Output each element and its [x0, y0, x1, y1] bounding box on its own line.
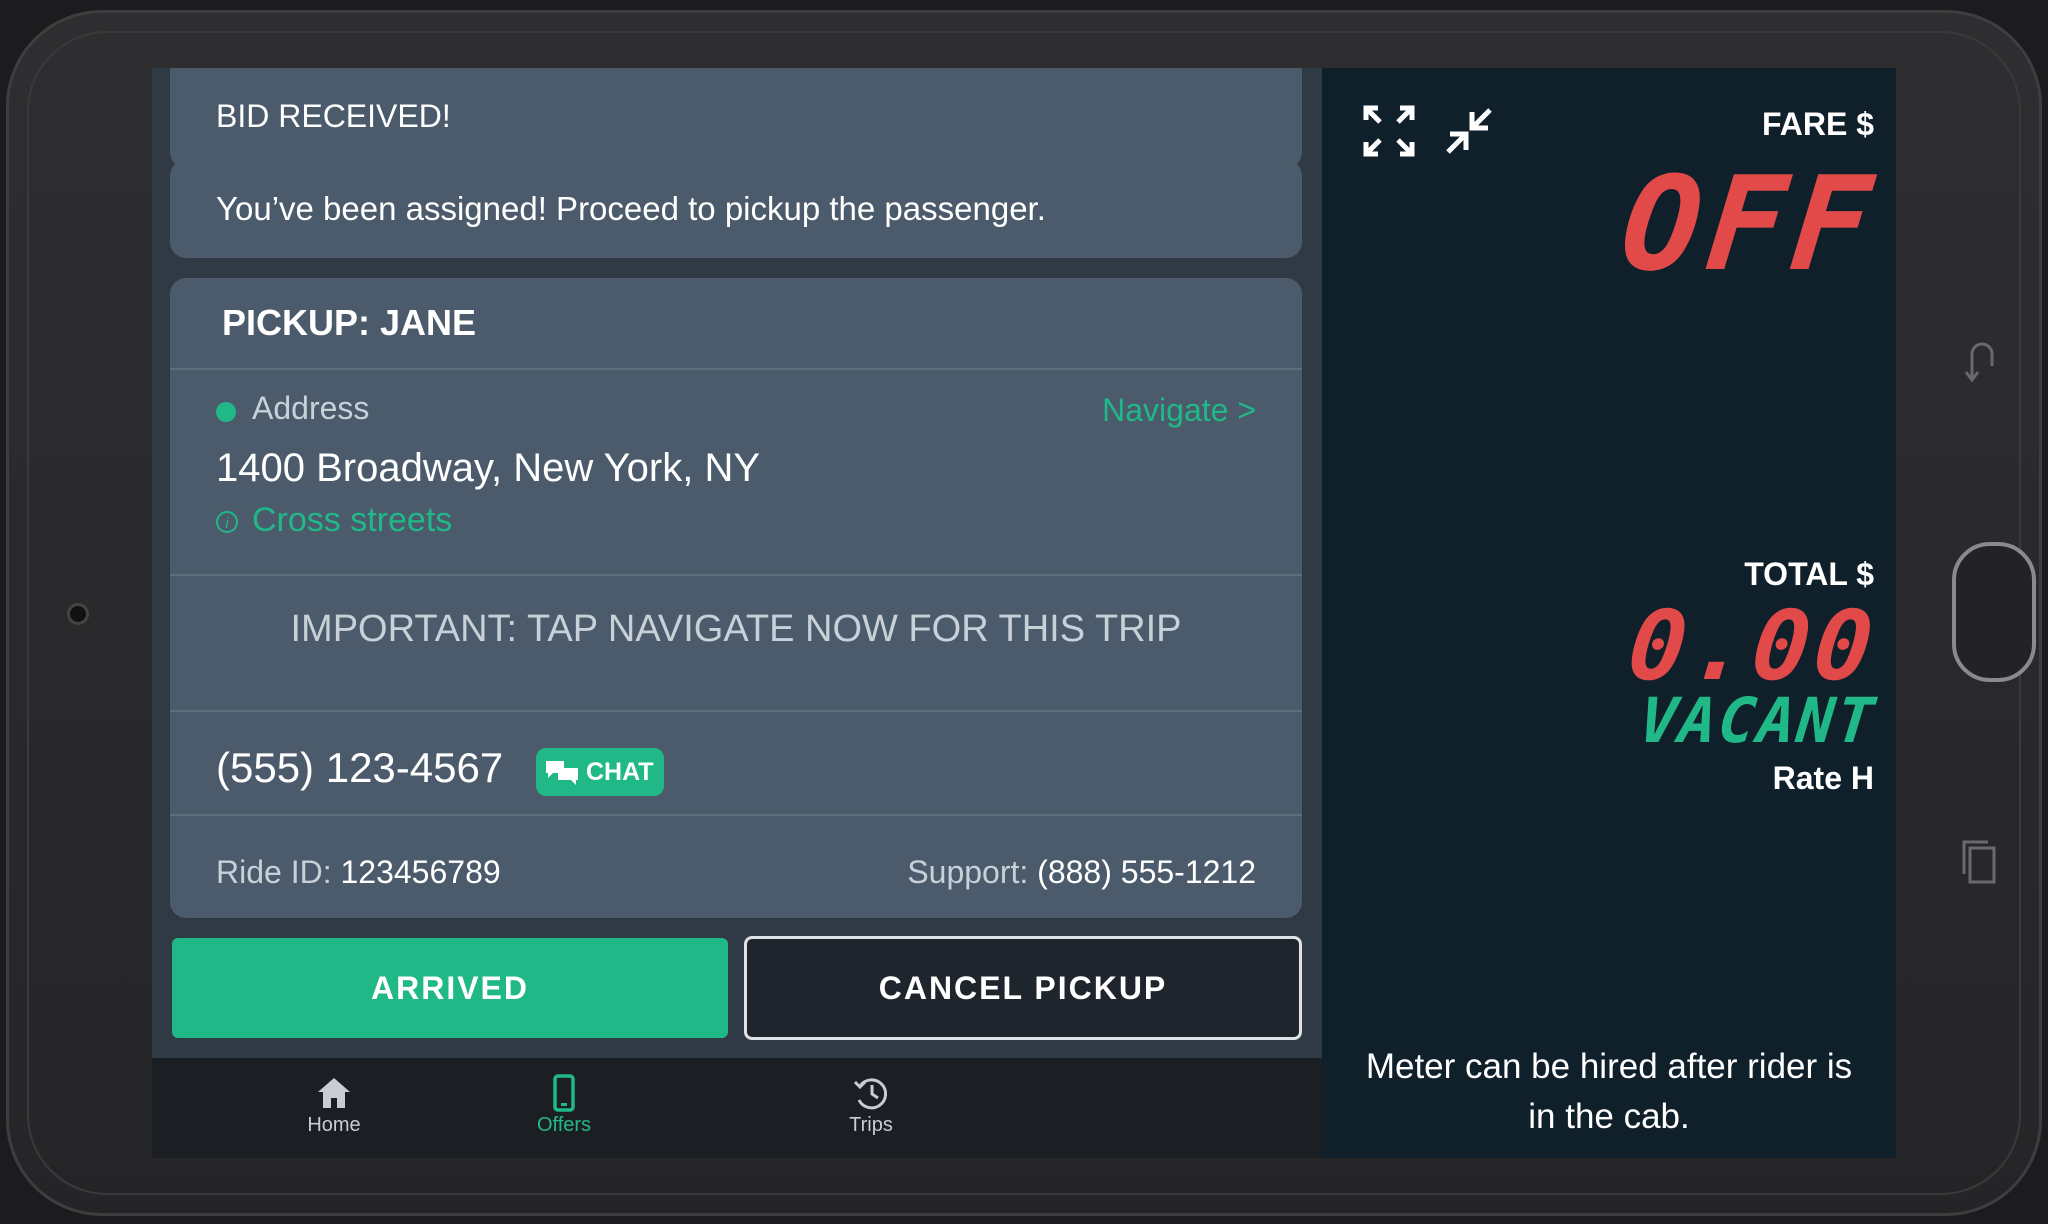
- bottom-nav: Home Offers Trips: [152, 1058, 1322, 1158]
- nav-item-trips[interactable]: Trips: [801, 1074, 941, 1137]
- ride-id: Ride ID: 123456789: [216, 854, 501, 891]
- device-home-button[interactable]: [1952, 542, 2036, 682]
- expand-icon[interactable]: [1362, 104, 1416, 158]
- fare-label: FARE $: [1761, 106, 1874, 142]
- rate-label: Rate H: [1772, 760, 1874, 796]
- cross-streets-link[interactable]: Cross streets: [252, 501, 452, 540]
- home-icon: [318, 1078, 350, 1108]
- bid-received-card: BID RECEIVED!: [170, 68, 1302, 168]
- address-dot-icon: [216, 402, 236, 422]
- ride-id-label: Ride ID:: [216, 854, 332, 890]
- nav-item-home[interactable]: Home: [264, 1074, 404, 1137]
- collapse-icon[interactable]: [1442, 104, 1496, 158]
- pickup-title: PICKUP: JANE: [222, 302, 477, 343]
- info-icon: i: [216, 511, 238, 533]
- assigned-card: You’ve been assigned! Proceed to pickup …: [170, 160, 1302, 258]
- phone-icon: [553, 1074, 575, 1112]
- back-icon[interactable]: [1964, 340, 2000, 391]
- recent-apps-icon[interactable]: [1960, 838, 2000, 893]
- pickup-card: PICKUP: JANE Address Navigate > 1400 Bro…: [170, 278, 1302, 918]
- support-value[interactable]: (888) 555-1212: [1037, 854, 1256, 890]
- nav-item-offers[interactable]: Offers: [494, 1074, 634, 1137]
- assigned-message: You’ve been assigned! Proceed to pickup …: [216, 190, 1046, 227]
- total-label: TOTAL $: [1744, 556, 1874, 592]
- navigate-link[interactable]: Navigate >: [1102, 392, 1256, 429]
- divider: [170, 710, 1302, 712]
- taxi-meter-panel: FARE $ OFF TOTAL $ 0.00 VACANT Rate H Me…: [1322, 68, 1896, 1158]
- chat-label: CHAT: [586, 757, 654, 786]
- fare-value: OFF: [1615, 148, 1884, 300]
- meter-status: VACANT: [1636, 684, 1880, 757]
- bid-received-text: BID RECEIVED!: [216, 98, 451, 134]
- passenger-phone[interactable]: (555) 123-4567: [216, 744, 503, 792]
- divider: [170, 814, 1302, 816]
- app-screen: BID RECEIVED! You’ve been assigned! Proc…: [152, 68, 1896, 1158]
- arrived-button[interactable]: ARRIVED: [172, 938, 728, 1038]
- support-label: Support:: [907, 854, 1029, 890]
- support-phone: Support: (888) 555-1212: [907, 854, 1256, 891]
- important-notice: IMPORTANT: TAP NAVIGATE NOW FOR THIS TRI…: [290, 608, 1182, 650]
- chat-bubbles-icon: [546, 761, 578, 785]
- address-label: Address: [252, 390, 370, 426]
- nav-label-trips: Trips: [849, 1114, 893, 1136]
- chat-button[interactable]: CHAT: [536, 748, 664, 796]
- address-value: 1400 Broadway, New York, NY: [216, 446, 761, 490]
- trip-panel: BID RECEIVED! You’ve been assigned! Proc…: [152, 68, 1322, 1058]
- divider: [170, 574, 1302, 576]
- nav-label-home: Home: [307, 1114, 361, 1136]
- divider: [170, 368, 1302, 370]
- ride-id-value: 123456789: [340, 854, 501, 890]
- meter-note: Meter can be hired after rider is in the…: [1365, 1047, 1853, 1136]
- history-icon: [853, 1078, 888, 1110]
- nav-label-offers: Offers: [536, 1114, 592, 1136]
- cancel-pickup-button[interactable]: CANCEL PICKUP: [744, 936, 1302, 1040]
- camera-icon: [67, 603, 89, 625]
